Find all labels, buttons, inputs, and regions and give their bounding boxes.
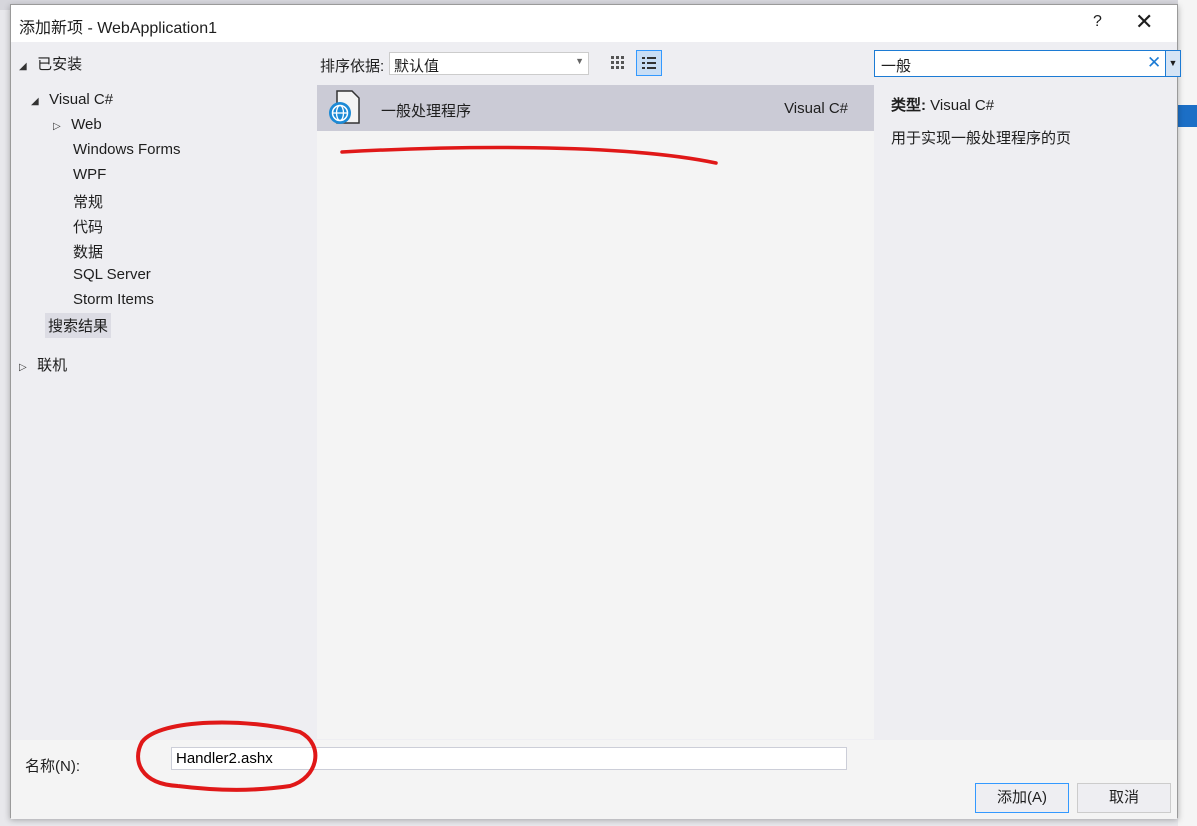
details-panel: 类型: Visual C# 用于实现一般处理程序的页 (891, 94, 1071, 148)
tree-item-installed[interactable]: ◢ 已安装 (19, 53, 82, 74)
sort-label: 排序依据: (320, 58, 385, 75)
type-label: 类型: (891, 97, 926, 114)
bottom-bar: 名称(N): 添加(A) 取消 (11, 740, 1177, 819)
search-input[interactable]: 一般 (881, 55, 911, 76)
dialog-title: 添加新项 - WebApplication1 (19, 20, 218, 37)
template-list: 一般处理程序 Visual C# (317, 85, 874, 739)
list-item[interactable]: 一般处理程序 Visual C# (317, 85, 874, 131)
tree-label: 联机 (37, 357, 68, 374)
template-tree: ◢ 已安装 ◢ Visual C# ▷ Web Windows Forms WP… (11, 42, 311, 740)
tree-item-general[interactable]: 常规 (73, 191, 103, 212)
list-icon (642, 57, 656, 69)
expanded-icon: ◢ (19, 61, 27, 72)
type-value: Visual C# (930, 97, 995, 114)
name-label: 名称(N): (25, 758, 80, 775)
list-view-button[interactable] (636, 50, 662, 76)
sort-select[interactable]: 默认值 ▼ (389, 52, 589, 75)
tree-item-code[interactable]: 代码 (73, 216, 103, 237)
sort-value: 默认值 (394, 58, 440, 75)
tree-item-visual-csharp[interactable]: ◢ Visual C# (31, 91, 113, 108)
add-new-item-dialog: 添加新项 - WebApplication1 ? ✕ ◢ 已安装 ◢ Visua… (10, 4, 1181, 819)
name-input[interactable] (171, 747, 847, 770)
grid-icon (611, 56, 624, 69)
tree-label: 已安装 (37, 56, 83, 73)
item-description: 用于实现一般处理程序的页 (891, 130, 1072, 147)
expanded-icon: ◢ (31, 96, 39, 107)
item-type: Visual C# (784, 100, 848, 117)
tree-item-web[interactable]: ▷ Web (53, 116, 102, 133)
background-panel (1178, 0, 1197, 826)
chevron-down-icon: ▼ (575, 56, 584, 66)
collapsed-icon: ▷ (53, 121, 61, 132)
tree-label: Web (71, 116, 102, 133)
tree-item-sql-server[interactable]: SQL Server (73, 266, 151, 283)
background-highlight (1178, 105, 1197, 127)
tree-item-data[interactable]: 数据 (73, 241, 103, 262)
tree-item-wpf[interactable]: WPF (73, 166, 106, 183)
tree-label: Visual C# (49, 91, 114, 108)
title-bar: 添加新项 - WebApplication1 ? ✕ (11, 5, 1177, 42)
tree-item-windows-forms[interactable]: Windows Forms (73, 141, 181, 158)
collapsed-icon: ▷ (19, 362, 27, 373)
help-button[interactable]: ? (1093, 13, 1102, 31)
cancel-button[interactable]: 取消 (1077, 783, 1171, 813)
search-dropdown-icon[interactable]: ▼ (1165, 50, 1181, 77)
tree-item-online[interactable]: ▷ 联机 (19, 354, 67, 375)
item-name: 一般处理程序 (381, 103, 472, 120)
search-box[interactable]: 一般 ✕ ▼ (874, 50, 1181, 77)
close-button[interactable]: ✕ (1135, 9, 1153, 35)
small-icons-view-button[interactable] (605, 50, 631, 76)
globe-file-icon (329, 90, 360, 124)
tree-item-storm-items[interactable]: Storm Items (73, 291, 154, 308)
add-button[interactable]: 添加(A) (975, 783, 1069, 813)
clear-search-icon[interactable]: ✕ (1147, 53, 1161, 73)
tree-item-search-results[interactable]: 搜索结果 (45, 313, 112, 338)
